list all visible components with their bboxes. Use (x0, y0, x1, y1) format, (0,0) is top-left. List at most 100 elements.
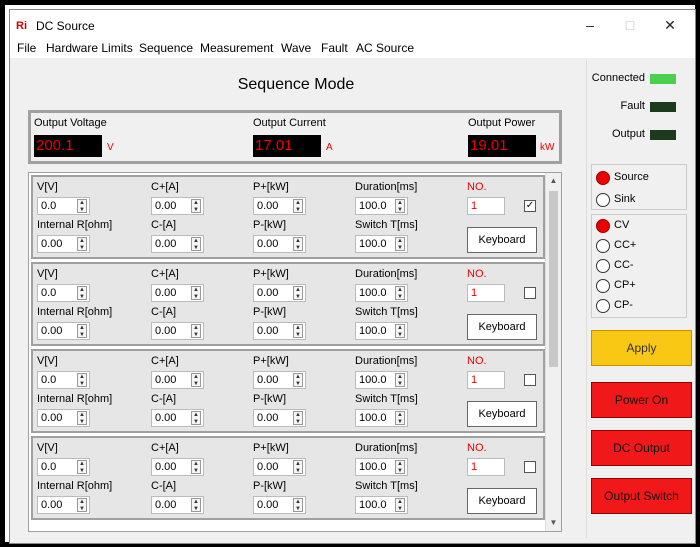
apply-button[interactable]: Apply (591, 330, 692, 366)
spin-arrows-icon[interactable]: ▲ ▼ (395, 373, 405, 387)
sequence-list[interactable]: V[V] C+[A] P+[kW] Duration[ms] NO. 0.0 ▲ ▼… (28, 172, 562, 532)
p-minus-spinbox[interactable]: 0.00 ▲ ▼ (253, 235, 306, 253)
c-minus-spinbox[interactable]: 0.00 ▲ ▼ (151, 235, 204, 253)
spin-arrows-icon[interactable]: ▲ ▼ (293, 199, 303, 213)
p-plus-spinbox[interactable]: 0.00 ▲ ▼ (253, 458, 306, 476)
c-plus-spinbox[interactable]: 0.00 ▲ ▼ (151, 197, 204, 215)
p-plus-spinbox[interactable]: 0.00 ▲ ▼ (253, 197, 306, 215)
maximize-button[interactable]: □ (615, 15, 645, 35)
keyboard-button[interactable]: Keyboard (467, 488, 537, 514)
p-minus-spinbox[interactable]: 0.00 ▲ ▼ (253, 496, 306, 514)
spin-arrows-icon[interactable]: ▲ ▼ (77, 324, 87, 338)
switch-time-spinbox[interactable]: 100.0 ▲ ▼ (355, 322, 408, 340)
spin-arrows-icon[interactable]: ▲ ▼ (191, 411, 201, 425)
vertical-scrollbar[interactable]: ▲ ▼ (545, 173, 561, 531)
duration-spinbox[interactable]: 100.0 ▲ ▼ (355, 284, 408, 302)
number-field[interactable]: 1 (467, 197, 505, 215)
menu-sequence[interactable]: Sequence (139, 41, 193, 55)
spin-arrows-icon[interactable]: ▲ ▼ (191, 199, 201, 213)
spin-arrows-icon[interactable]: ▲ ▼ (191, 498, 201, 512)
keyboard-button[interactable]: Keyboard (467, 401, 537, 427)
spin-arrows-icon[interactable]: ▲ ▼ (293, 373, 303, 387)
spin-arrows-icon[interactable]: ▲ ▼ (293, 237, 303, 251)
c-plus-spinbox[interactable]: 0.00 ▲ ▼ (151, 458, 204, 476)
minimize-button[interactable]: – (575, 15, 605, 35)
duration-spinbox[interactable]: 100.0 ▲ ▼ (355, 197, 408, 215)
c-plus-spinbox[interactable]: 0.00 ▲ ▼ (151, 371, 204, 389)
radio-cc-minus[interactable]: CC- (596, 257, 686, 275)
spin-arrows-icon[interactable]: ▲ ▼ (395, 286, 405, 300)
number-field[interactable]: 1 (467, 458, 505, 476)
spin-arrows-icon[interactable]: ▲ ▼ (395, 199, 405, 213)
step-enable-checkbox[interactable]: ✓ (524, 200, 536, 212)
menu-hardware-limits[interactable]: Hardware Limits (46, 41, 133, 55)
spin-arrows-icon[interactable]: ▲ ▼ (77, 199, 87, 213)
step-enable-checkbox[interactable] (524, 374, 536, 386)
menu-fault[interactable]: Fault (321, 41, 348, 55)
spin-arrows-icon[interactable]: ▲ ▼ (77, 373, 87, 387)
c-plus-spinbox[interactable]: 0.00 ▲ ▼ (151, 284, 204, 302)
scrollbar-thumb[interactable] (549, 191, 558, 367)
keyboard-button[interactable]: Keyboard (467, 314, 537, 340)
spin-arrows-icon[interactable]: ▲ ▼ (293, 411, 303, 425)
internal-r-spinbox[interactable]: 0.00 ▲ ▼ (37, 409, 90, 427)
number-field[interactable]: 1 (467, 284, 505, 302)
menu-measurement[interactable]: Measurement (200, 41, 273, 55)
spin-arrows-icon[interactable]: ▲ ▼ (77, 286, 87, 300)
menu-wave[interactable]: Wave (281, 41, 311, 55)
spin-arrows-icon[interactable]: ▲ ▼ (293, 286, 303, 300)
radio-source[interactable]: Source (596, 169, 686, 187)
p-minus-spinbox[interactable]: 0.00 ▲ ▼ (253, 322, 306, 340)
menu-ac-source[interactable]: AC Source (356, 41, 414, 55)
scroll-up-icon[interactable]: ▲ (546, 173, 561, 188)
close-button[interactable]: ✕ (655, 15, 685, 35)
duration-spinbox[interactable]: 100.0 ▲ ▼ (355, 371, 408, 389)
radio-cp-plus[interactable]: CP+ (596, 277, 686, 295)
menu-file[interactable]: File (17, 41, 36, 55)
step-enable-checkbox[interactable] (524, 287, 536, 299)
duration-spinbox[interactable]: 100.0 ▲ ▼ (355, 458, 408, 476)
c-minus-spinbox[interactable]: 0.00 ▲ ▼ (151, 496, 204, 514)
radio-cv[interactable]: CV (596, 217, 686, 235)
step-enable-checkbox[interactable] (524, 461, 536, 473)
keyboard-button[interactable]: Keyboard (467, 227, 537, 253)
spin-arrows-icon[interactable]: ▲ ▼ (395, 498, 405, 512)
voltage-spinbox[interactable]: 0.0 ▲ ▼ (37, 371, 90, 389)
number-field[interactable]: 1 (467, 371, 505, 389)
spin-arrows-icon[interactable]: ▲ ▼ (191, 373, 201, 387)
power-on-button[interactable]: Power On (591, 382, 692, 418)
spin-arrows-icon[interactable]: ▲ ▼ (395, 237, 405, 251)
spin-arrows-icon[interactable]: ▲ ▼ (77, 237, 87, 251)
spin-arrows-icon[interactable]: ▲ ▼ (191, 324, 201, 338)
scroll-down-icon[interactable]: ▼ (546, 515, 561, 530)
spin-arrows-icon[interactable]: ▲ ▼ (191, 460, 201, 474)
spin-arrows-icon[interactable]: ▲ ▼ (293, 460, 303, 474)
spin-arrows-icon[interactable]: ▲ ▼ (77, 411, 87, 425)
p-minus-spinbox[interactable]: 0.00 ▲ ▼ (253, 409, 306, 427)
c-minus-spinbox[interactable]: 0.00 ▲ ▼ (151, 409, 204, 427)
spin-arrows-icon[interactable]: ▲ ▼ (293, 324, 303, 338)
spin-arrows-icon[interactable]: ▲ ▼ (191, 286, 201, 300)
spin-arrows-icon[interactable]: ▲ ▼ (77, 498, 87, 512)
spin-arrows-icon[interactable]: ▲ ▼ (191, 237, 201, 251)
spin-arrows-icon[interactable]: ▲ ▼ (395, 324, 405, 338)
spin-arrows-icon[interactable]: ▲ ▼ (77, 460, 87, 474)
internal-r-spinbox[interactable]: 0.00 ▲ ▼ (37, 322, 90, 340)
switch-time-spinbox[interactable]: 100.0 ▲ ▼ (355, 235, 408, 253)
spin-arrows-icon[interactable]: ▲ ▼ (395, 460, 405, 474)
spin-arrows-icon[interactable]: ▲ ▼ (293, 498, 303, 512)
voltage-spinbox[interactable]: 0.0 ▲ ▼ (37, 197, 90, 215)
output-switch-button[interactable]: Output Switch (591, 478, 692, 514)
internal-r-spinbox[interactable]: 0.00 ▲ ▼ (37, 235, 90, 253)
switch-time-spinbox[interactable]: 100.0 ▲ ▼ (355, 409, 408, 427)
dc-output-button[interactable]: DC Output (591, 430, 692, 466)
radio-sink[interactable]: Sink (596, 191, 686, 209)
radio-cc-plus[interactable]: CC+ (596, 237, 686, 255)
radio-cp-minus[interactable]: CP- (596, 297, 686, 315)
voltage-spinbox[interactable]: 0.0 ▲ ▼ (37, 284, 90, 302)
p-plus-spinbox[interactable]: 0.00 ▲ ▼ (253, 284, 306, 302)
switch-time-spinbox[interactable]: 100.0 ▲ ▼ (355, 496, 408, 514)
internal-r-spinbox[interactable]: 0.00 ▲ ▼ (37, 496, 90, 514)
c-minus-spinbox[interactable]: 0.00 ▲ ▼ (151, 322, 204, 340)
p-plus-spinbox[interactable]: 0.00 ▲ ▼ (253, 371, 306, 389)
